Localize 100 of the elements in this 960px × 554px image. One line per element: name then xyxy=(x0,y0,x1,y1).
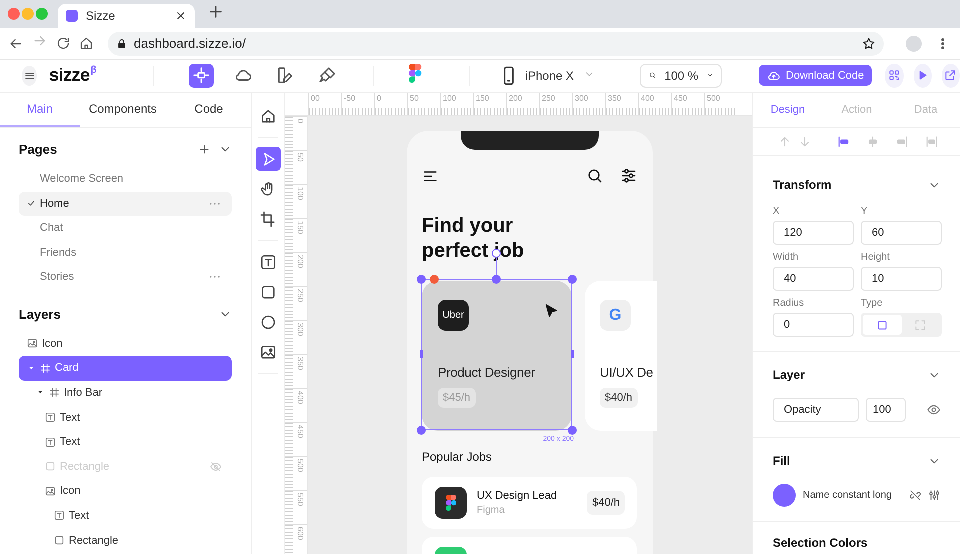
text-layer-icon xyxy=(54,510,65,522)
text-layer-icon xyxy=(45,436,56,448)
tool-button[interactable] xyxy=(189,64,214,88)
number-field[interactable]: 60 xyxy=(861,221,942,245)
qr-icon xyxy=(888,69,901,82)
price-tag: $40/h xyxy=(600,388,638,408)
ellipse-tool-icon xyxy=(260,314,276,330)
panel-tab[interactable]: Code xyxy=(166,93,251,127)
percentage-field[interactable]: 100 xyxy=(866,398,906,422)
panel-tab[interactable]: Components xyxy=(80,93,166,127)
layer-item[interactable]: Text xyxy=(19,405,232,430)
type-toggle[interactable] xyxy=(861,313,942,337)
layer-item[interactable]: Rectangle xyxy=(19,528,232,553)
ruler-label: 500 xyxy=(707,94,720,103)
search-icon[interactable] xyxy=(586,167,604,185)
number-field[interactable]: 0 xyxy=(773,313,854,337)
menu-button[interactable] xyxy=(22,66,38,86)
panel-tab[interactable]: Design xyxy=(753,93,823,127)
frame-icon xyxy=(192,66,212,85)
close-icon[interactable] xyxy=(175,10,187,22)
crop-tool-icon xyxy=(260,210,276,228)
distribute-icon xyxy=(924,134,939,148)
home-icon[interactable] xyxy=(79,36,94,51)
ruler-label: 150 xyxy=(296,221,305,234)
ruler-label: 300 xyxy=(575,94,588,103)
adjust-icon[interactable] xyxy=(928,489,941,502)
download-code-button[interactable]: Download Code xyxy=(759,65,872,86)
open-external-button[interactable] xyxy=(942,64,960,88)
number-field[interactable]: 40 xyxy=(773,267,854,291)
eye-icon[interactable] xyxy=(927,403,941,417)
zoom-dropdown[interactable]: 100 % xyxy=(640,64,722,88)
browser-tab[interactable]: Sizze xyxy=(58,4,195,28)
page-item[interactable]: Welcome Screen xyxy=(19,167,232,192)
number-field[interactable]: 10 xyxy=(861,267,942,291)
site-favicon-icon xyxy=(66,10,78,22)
section-title: Pages xyxy=(19,142,58,156)
blend-mode-field[interactable]: Opacity xyxy=(773,398,859,422)
ruler-label: 350 xyxy=(296,357,305,370)
section-title: Layers xyxy=(19,307,62,322)
section-title: Transform xyxy=(773,178,833,192)
company-logo: Uber xyxy=(438,300,469,331)
price-tag: $45/h xyxy=(438,388,476,408)
logo-icon xyxy=(446,495,456,511)
ruler-label: 500 xyxy=(296,459,305,472)
qr-code-button[interactable] xyxy=(885,64,904,88)
unlink-icon[interactable] xyxy=(909,489,922,502)
ruler-label: 50 xyxy=(410,94,419,103)
address-bar[interactable]: dashboard.sizze.io/ xyxy=(108,32,884,56)
lock-icon xyxy=(116,38,128,50)
layer-item[interactable]: Card xyxy=(19,356,232,381)
field-label: Width xyxy=(773,251,800,265)
filter-icon[interactable] xyxy=(620,167,638,185)
color-swatch[interactable] xyxy=(773,484,796,507)
ruler-label: 50 xyxy=(296,153,305,162)
right-icon xyxy=(895,134,910,148)
page-item[interactable]: Home xyxy=(19,192,232,216)
logo-icon xyxy=(408,64,422,82)
company-name: Figma xyxy=(477,505,506,516)
add-icon[interactable] xyxy=(198,142,211,156)
image-tool-icon xyxy=(260,344,276,360)
job-card[interactable]: G UI/UX De $40/h xyxy=(585,281,657,431)
layer-item[interactable]: Icon xyxy=(19,479,232,504)
color-name: Name constant long xyxy=(803,490,893,501)
layer-item[interactable]: Text xyxy=(19,504,232,528)
rectangle-layer-icon xyxy=(54,535,65,546)
device-dropdown[interactable]: iPhone X xyxy=(499,66,595,86)
frame-layer-icon xyxy=(49,387,60,398)
layer-item[interactable]: Icon xyxy=(19,332,232,356)
field-label: Height xyxy=(861,251,891,265)
ruler-label: 100 xyxy=(296,187,305,200)
reload-icon[interactable] xyxy=(56,36,71,51)
panel-tab[interactable]: Main xyxy=(0,93,80,127)
image-layer-icon xyxy=(45,486,56,497)
section-title: Fill xyxy=(773,454,792,468)
ruler-label: 200 xyxy=(296,255,305,268)
text-tool-icon xyxy=(260,254,276,270)
job-row[interactable]: UX Design Lead Figma $40/h xyxy=(422,477,637,529)
ruler-label: 100 xyxy=(443,94,456,103)
ruler-label: -50 xyxy=(344,94,356,103)
layer-item[interactable]: Text xyxy=(19,430,232,454)
section-title: Popular Jobs xyxy=(422,450,494,464)
number-field[interactable]: 120 xyxy=(773,221,854,245)
section-title: Selection Colors xyxy=(773,536,869,550)
ruler-label: 250 xyxy=(296,289,305,302)
url-text: dashboard.sizze.io/ xyxy=(134,36,248,51)
field-label: Type xyxy=(861,297,884,311)
ruler-label: 300 xyxy=(296,323,305,336)
page-item[interactable]: Chat xyxy=(19,216,232,240)
layer-item[interactable]: Info Bar xyxy=(19,380,232,406)
page-item[interactable]: Friends xyxy=(19,240,232,265)
ruler-label: 0 xyxy=(377,94,382,103)
ruler-label: 0 xyxy=(296,119,305,124)
type-option[interactable] xyxy=(863,315,902,335)
page-item[interactable]: Stories xyxy=(19,265,232,290)
tool-button[interactable] xyxy=(256,147,280,171)
bookmark-star-icon[interactable] xyxy=(862,36,876,50)
price-tag: $40/h xyxy=(587,491,625,515)
job-card[interactable]: Uber Product Designer $45/h xyxy=(422,281,572,431)
play-button[interactable] xyxy=(914,64,932,88)
job-title: UI/UX De xyxy=(600,365,654,380)
